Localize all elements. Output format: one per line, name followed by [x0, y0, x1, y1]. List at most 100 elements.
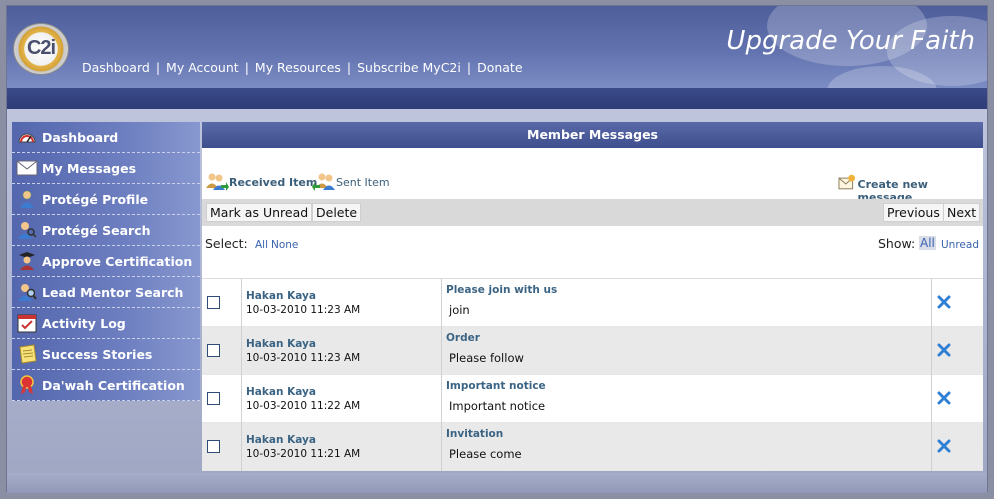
- notepad-icon: [16, 343, 38, 365]
- sidebar-item-success-stories[interactable]: Success Stories: [12, 339, 200, 370]
- messages-panel: Member Messages Received Item Sent Item …: [202, 122, 983, 471]
- content-cell: Important notice Important notice: [442, 375, 932, 423]
- message-date: 10-03-2010 11:23 AM: [246, 352, 361, 364]
- ribbon-icon: [16, 374, 38, 396]
- message-preview: join: [449, 303, 470, 317]
- header-bottom-bar: [7, 88, 987, 109]
- sidebar-item-label: Dashboard: [42, 129, 119, 145]
- messages-table: Hakan Kaya 10-03-2010 11:23 AM Please jo…: [202, 278, 983, 471]
- sidebar-item-approve-certification[interactable]: Approve Certification: [12, 246, 200, 277]
- nav-separator: |: [244, 60, 249, 75]
- message-sender[interactable]: Hakan Kaya: [246, 434, 316, 446]
- message-date: 10-03-2010 11:21 AM: [246, 448, 361, 460]
- sidebar-item-label: Lead Mentor Search: [42, 284, 184, 300]
- show-unread-link[interactable]: Unread: [941, 239, 979, 251]
- checkbox-cell: [202, 327, 242, 375]
- sidebar-item-lead-mentor-search[interactable]: Lead Mentor Search: [12, 277, 200, 308]
- sidebar: Dashboard My Messages Protégé Profile Pr…: [12, 122, 200, 401]
- select-none-link[interactable]: None: [271, 239, 298, 251]
- previous-button[interactable]: Previous: [883, 203, 944, 222]
- sidebar-item-activity-log[interactable]: Activity Log: [12, 308, 200, 339]
- message-checkbox[interactable]: [207, 440, 220, 453]
- c2i-logo[interactable]: C2i: [13, 23, 71, 75]
- show-label: Show:: [878, 236, 916, 251]
- header-banner: C2i Dashboard | My Account | My Resource…: [7, 6, 987, 109]
- sidebar-item-my-messages[interactable]: My Messages: [12, 153, 200, 184]
- message-row[interactable]: Hakan Kaya 10-03-2010 11:22 AM Important…: [202, 375, 983, 423]
- delete-x-icon[interactable]: [937, 295, 951, 309]
- sidebar-item-dashboard[interactable]: Dashboard: [12, 122, 200, 153]
- content-cell: Invitation Please come: [442, 423, 932, 471]
- message-subject[interactable]: Please join with us: [446, 284, 557, 296]
- message-date: 10-03-2010 11:22 AM: [246, 400, 361, 412]
- delete-x-icon[interactable]: [937, 439, 951, 453]
- message-checkbox[interactable]: [207, 296, 220, 309]
- message-checkbox[interactable]: [207, 344, 220, 357]
- sidebar-item-protege-profile[interactable]: Protégé Profile: [12, 184, 200, 215]
- message-preview: Please follow: [449, 351, 524, 365]
- sender-cell: Hakan Kaya 10-03-2010 11:22 AM: [242, 375, 442, 423]
- nav-separator: |: [155, 60, 161, 75]
- action-cell: [932, 279, 983, 327]
- logo-text: C2i: [26, 37, 56, 59]
- message-sender[interactable]: Hakan Kaya: [246, 338, 316, 350]
- message-row[interactable]: Hakan Kaya 10-03-2010 11:23 AM Order Ple…: [202, 327, 983, 375]
- sidebar-item-label: Success Stories: [42, 346, 153, 362]
- gauge-icon: [16, 126, 38, 148]
- sent-item-label: Sent Item: [336, 176, 390, 189]
- calendar-icon: [16, 312, 38, 334]
- content-cell: Order Please follow: [442, 327, 932, 375]
- sender-cell: Hakan Kaya 10-03-2010 11:23 AM: [242, 279, 442, 327]
- checkbox-cell: [202, 375, 242, 423]
- show-all-link[interactable]: All: [919, 236, 936, 250]
- sidebar-item-label: My Messages: [42, 160, 137, 176]
- message-row[interactable]: Hakan Kaya 10-03-2010 11:21 AM Invitatio…: [202, 423, 983, 471]
- action-cell: [932, 327, 983, 375]
- nav-separator: |: [466, 60, 472, 75]
- person-search-icon: [16, 219, 38, 241]
- sidebar-item-dawah-certification[interactable]: Da'wah Certification: [12, 370, 200, 401]
- message-row[interactable]: Hakan Kaya 10-03-2010 11:23 AM Please jo…: [202, 279, 983, 327]
- received-item-link[interactable]: Received Item: [205, 171, 317, 191]
- new-message-icon: [838, 174, 856, 190]
- sender-cell: Hakan Kaya 10-03-2010 11:23 AM: [242, 327, 442, 375]
- nav-dashboard[interactable]: Dashboard: [82, 60, 150, 75]
- message-checkbox[interactable]: [207, 392, 220, 405]
- mark-as-unread-button[interactable]: Mark as Unread: [206, 203, 313, 222]
- message-sender[interactable]: Hakan Kaya: [246, 386, 316, 398]
- graduate-icon: [16, 250, 38, 272]
- next-button[interactable]: Next: [943, 203, 981, 222]
- message-date: 10-03-2010 11:23 AM: [246, 304, 361, 316]
- delete-x-icon[interactable]: [937, 343, 951, 357]
- nav-my-resources[interactable]: My Resources: [255, 60, 341, 75]
- message-subject[interactable]: Order: [446, 332, 480, 344]
- message-subject[interactable]: Invitation: [446, 428, 503, 440]
- message-sender[interactable]: Hakan Kaya: [246, 290, 316, 302]
- delete-x-icon[interactable]: [937, 391, 951, 405]
- panel-title: Member Messages: [202, 122, 983, 148]
- delete-button[interactable]: Delete: [312, 203, 362, 222]
- received-item-label: Received Item: [229, 176, 318, 189]
- envelope-icon: [16, 157, 38, 179]
- message-toolbar: Mark as Unread Delete Previous Next: [202, 199, 983, 226]
- sender-cell: Hakan Kaya 10-03-2010 11:21 AM: [242, 423, 442, 471]
- sidebar-item-protege-search[interactable]: Protégé Search: [12, 215, 200, 246]
- sent-item-link[interactable]: Sent Item: [312, 171, 390, 191]
- sidebar-item-label: Protégé Profile: [42, 191, 149, 207]
- nav-my-account[interactable]: My Account: [166, 60, 239, 75]
- content-cell: Please join with us join: [442, 279, 932, 327]
- select-all-link[interactable]: All: [255, 239, 268, 251]
- received-users-icon: [206, 173, 229, 191]
- nav-donate[interactable]: Donate: [477, 60, 522, 75]
- sidebar-item-label: Protégé Search: [42, 222, 151, 238]
- sent-users-icon: [312, 173, 335, 191]
- message-subject[interactable]: Important notice: [446, 380, 546, 392]
- nav-separator: |: [346, 60, 352, 75]
- magnifier-person-icon: [16, 281, 38, 303]
- nav-subscribe[interactable]: Subscribe MyC2i: [357, 60, 461, 75]
- footer-band: [7, 473, 987, 493]
- checkbox-cell: [202, 279, 242, 327]
- action-cell: [932, 423, 983, 471]
- sidebar-item-label: Approve Certification: [42, 253, 193, 269]
- sidebar-item-label: Da'wah Certification: [42, 377, 185, 393]
